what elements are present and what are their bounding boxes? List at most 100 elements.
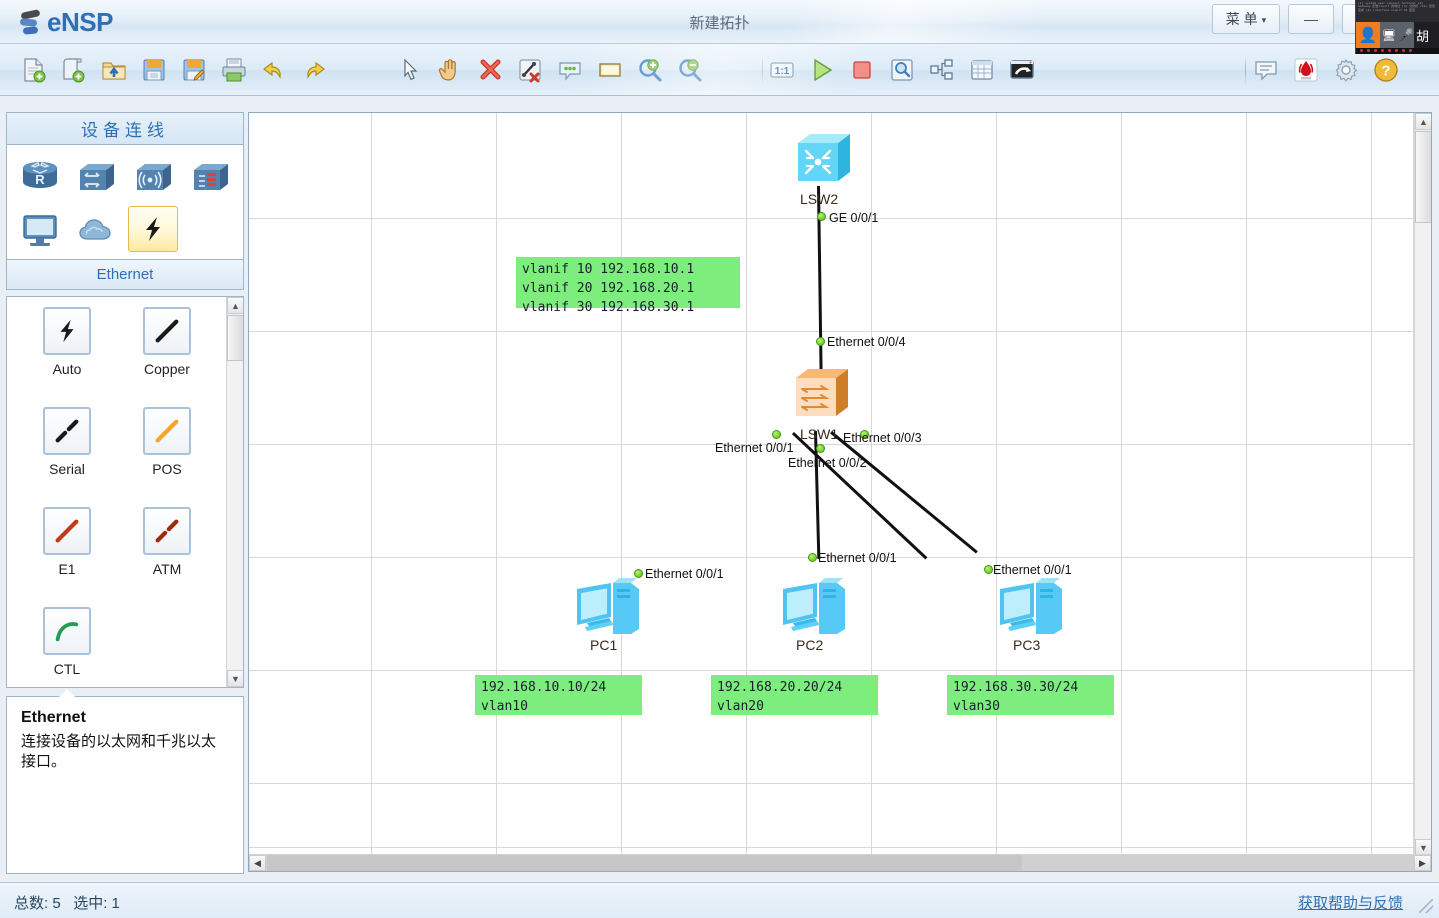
topology-canvas[interactable]: LSW2 LSW1 PC1 PC2 PC3 GE 0/0/1 Ethernet … [249,113,1416,855]
capture-button[interactable] [882,50,922,90]
title-bar: eNSP 新建拓扑 菜 单 ▾ — ❐ ✕ [0,0,1439,44]
zoom-in-button[interactable] [630,50,670,90]
stop-all-button[interactable] [842,50,882,90]
description-body: 连接设备的以太网和千兆以太接口。 [21,733,217,771]
device-endpoint[interactable] [11,203,68,255]
status-bar: 总数: 5 选中: 1 获取帮助与反馈 [0,882,1439,918]
node-pc2[interactable] [775,575,851,644]
cable-list-scrollbar[interactable]: ▲ ▼ [226,297,243,687]
cable-auto[interactable]: Auto [17,307,117,407]
iface-dot-lsw1-eth002[interactable] [816,444,825,453]
node-pc1[interactable] [569,575,645,644]
screen-share-icon[interactable]: 🖥 [1380,22,1398,48]
person-icon[interactable]: 👤 [1356,22,1380,48]
scroll-down-icon[interactable]: ▼ [227,670,243,687]
cable-list-inner: Auto Copper Serial POS E1 ATM CTL [7,297,219,687]
undo-button[interactable] [254,50,294,90]
device-firewall[interactable] [182,151,239,203]
help-button[interactable]: ? [1366,50,1406,90]
iface-dot-pc3-eth001[interactable] [984,565,993,574]
node-pc3[interactable] [992,575,1068,644]
device-router[interactable]: R [11,151,68,203]
vertical-scroll-thumb[interactable] [1415,131,1431,223]
iface-dot-pc2-eth001[interactable] [808,553,817,562]
device-wlan[interactable] [125,151,182,203]
note-pc3-address[interactable]: 192.168.30.30/24 vlan30 [947,675,1114,715]
device-switch[interactable] [68,151,125,203]
iface-dot-pc1-eth001[interactable] [634,569,643,578]
minimize-button[interactable]: — [1288,4,1334,34]
settings-button[interactable] [1326,50,1366,90]
new-blank-button[interactable] [54,50,94,90]
left-panel: 设备连线 R Ethernet Auto Copper Serial POS E… [6,112,244,874]
zoom-reset-button[interactable]: 1:1 [762,50,802,90]
grid-button[interactable] [962,50,1002,90]
zoom-out-button[interactable] [670,50,710,90]
new-topology-button[interactable] [14,50,54,90]
horizontal-scroll-thumb[interactable] [267,855,1022,871]
total-label: 总数: [14,895,49,912]
minimize-icon: — [1304,11,1318,27]
scroll-up-icon[interactable]: ▲ [227,297,243,314]
iface-pc1-eth001: Ethernet 0/0/1 [645,567,724,581]
node-lsw2[interactable] [794,125,854,192]
open-button[interactable] [94,50,134,90]
device-connection[interactable] [128,206,178,252]
cable-scroll-thumb[interactable] [227,315,243,361]
scroll-up-icon[interactable]: ▲ [1415,113,1431,130]
device-panel-grid: R [6,144,244,260]
toolbar-group-sim: 1:1 [762,49,1042,91]
cable-copper[interactable]: Copper [117,307,217,407]
cable-atm[interactable]: ATM [117,507,217,607]
node-lsw1[interactable] [792,360,852,427]
selected-value: 1 [111,895,120,912]
device-cloud[interactable] [68,203,125,255]
canvas-vertical-scrollbar[interactable]: ▲ ▼ [1414,113,1431,856]
topology-tree-button[interactable] [922,50,962,90]
scroll-left-icon[interactable]: ◀ [249,855,266,871]
pos-cable-icon [143,407,191,455]
menu-button[interactable]: 菜 单 ▾ [1212,4,1280,34]
canvas-horizontal-scrollbar[interactable]: ◀ ▶ [249,854,1431,871]
cable-e1[interactable]: E1 [17,507,117,607]
add-shape-button[interactable] [590,50,630,90]
cable-pos[interactable]: POS [117,407,217,507]
delete-button[interactable] [470,50,510,90]
huawei-button[interactable] [1286,50,1326,90]
resize-grip-icon[interactable] [1419,899,1433,913]
select-tool-button[interactable] [390,50,430,90]
node-pc1-label: PC1 [590,637,618,653]
lightning-bolt-icon [43,307,91,355]
microphone-icon[interactable]: 🎤 [1398,22,1414,48]
console-button[interactable] [1002,50,1042,90]
scroll-right-icon[interactable]: ▶ [1414,855,1431,871]
note-pc1-address[interactable]: 192.168.10.10/24 vlan10 [475,675,642,715]
add-note-button[interactable] [550,50,590,90]
e1-cable-icon [43,507,91,555]
selected-label: 选中: [73,895,108,912]
iface-dot-lsw1-eth001[interactable] [772,430,781,439]
note-gateway-vlanif[interactable]: vlanif 10 192.168.10.1 vlanif 20 192.168… [516,257,740,315]
cable-ctl[interactable]: CTL [17,607,117,687]
overlay-controls[interactable]: 👤 🖥 🎤 胡 [1356,22,1439,48]
save-button[interactable] [134,50,174,90]
screen-recorder-overlay[interactable]: [1] system user connect terminal [2] Gat… [1355,0,1439,54]
cable-auto-label: Auto [52,361,82,377]
print-button[interactable] [214,50,254,90]
cable-e1-label: E1 [58,561,76,577]
delete-link-button[interactable] [510,50,550,90]
help-feedback-link[interactable]: 获取帮助与反馈 [1298,892,1403,913]
iface-pc3-eth001: Ethernet 0/0/1 [993,563,1072,577]
save-as-button[interactable] [174,50,214,90]
start-all-button[interactable] [802,50,842,90]
iface-dot-lsw1-eth004[interactable] [816,337,825,346]
pan-tool-button[interactable] [430,50,470,90]
iface-dot-lsw2-ge001[interactable] [817,212,826,221]
cable-serial[interactable]: Serial [17,407,117,507]
feedback-button[interactable] [1246,50,1286,90]
note-pc2-address[interactable]: 192.168.20.20/24 vlan20 [711,675,878,715]
redo-button[interactable] [294,50,334,90]
toolbar-group-file [14,49,334,91]
node-lsw2-label: LSW2 [800,191,839,207]
iface-pc2-eth001: Ethernet 0/0/1 [818,551,897,565]
